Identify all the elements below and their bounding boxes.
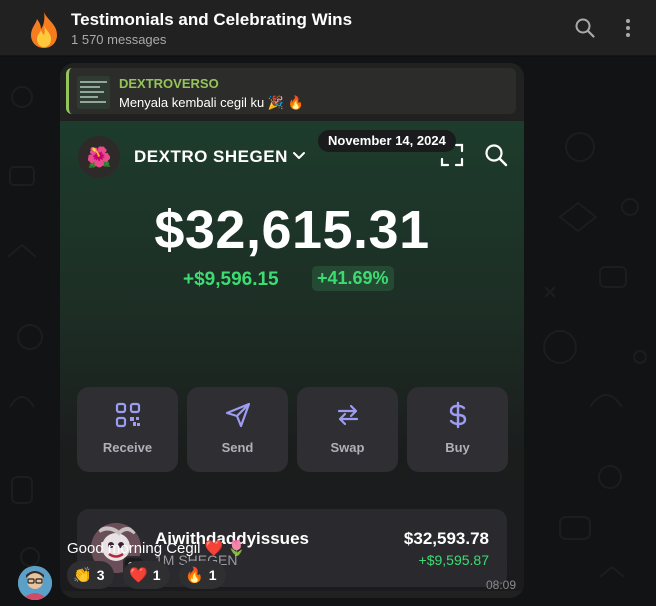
send-icon — [187, 401, 288, 429]
wallet-logo: 🌺 — [78, 136, 120, 178]
chat-header: Testimonials and Celebrating Wins 1 570 … — [0, 0, 656, 56]
message-bubble[interactable]: DEXTROVERSO Menyala kembali cegil ku 🎉 🔥… — [60, 63, 524, 598]
swap-label: Swap — [330, 440, 365, 455]
wallet-name: DEXTRO SHEGEN — [134, 147, 288, 166]
message-time: 08:09 — [485, 578, 516, 592]
search-icon — [575, 18, 595, 38]
fire-icon: 🔥 — [185, 567, 204, 584]
wallet-change-percent: +41.69% — [312, 266, 394, 291]
wallet-change: +$9,596.15 — [183, 269, 279, 290]
chat-title[interactable]: Testimonials and Celebrating Wins — [71, 10, 352, 30]
qr-code-icon — [77, 401, 178, 429]
search-icon — [484, 143, 508, 172]
dollar-icon — [407, 401, 508, 429]
reply-text: Menyala kembali cegil ku 🎉 🔥 — [119, 95, 304, 110]
search-button[interactable] — [571, 14, 599, 42]
reply-thumbnail — [77, 76, 110, 109]
wallet-screenshot[interactable]: 🌺 DEXTRO SHEGEN $32,615.31 +$9,596.15 +4… — [60, 121, 524, 591]
receive-label: Receive — [102, 440, 153, 455]
receive-button: Receive — [77, 387, 178, 472]
reaction-count: 3 — [96, 567, 105, 583]
reaction-heart[interactable]: ❤️ 1 — [123, 561, 171, 589]
clap-icon: 👏 — [73, 567, 92, 584]
reaction-count: 1 — [152, 567, 161, 583]
token-value: $32,593.78 — [403, 529, 489, 548]
reaction-fire[interactable]: 🔥 1 — [179, 561, 227, 589]
send-button: Send — [187, 387, 288, 472]
sender-avatar[interactable] — [18, 566, 52, 600]
chevron-down-icon — [292, 148, 306, 167]
heart-icon: ❤️ — [129, 567, 148, 584]
message-count: 1 570 messages — [71, 32, 167, 47]
reply-preview[interactable]: DEXTROVERSO Menyala kembali cegil ku 🎉 🔥 — [66, 68, 516, 114]
more-menu-button[interactable] — [614, 14, 642, 42]
more-vertical-icon — [626, 19, 630, 37]
date-separator: November 14, 2024 — [318, 130, 456, 152]
buy-button: Buy — [407, 387, 508, 472]
reaction-count: 1 — [208, 567, 217, 583]
fire-icon[interactable] — [24, 10, 64, 50]
wallet-balance: $32,615.31 — [154, 200, 430, 260]
buy-label: Buy — [445, 440, 470, 455]
swap-button: Swap — [297, 387, 398, 472]
token-change: +$9,595.87 — [418, 552, 489, 568]
send-label: Send — [221, 440, 254, 455]
swap-icon — [297, 401, 398, 429]
message-caption: Good morning Cegil ❤️ 🌷 — [67, 540, 247, 557]
reaction-clap[interactable]: 👏 3 — [67, 561, 115, 589]
reply-author: DEXTROVERSO — [119, 76, 219, 91]
